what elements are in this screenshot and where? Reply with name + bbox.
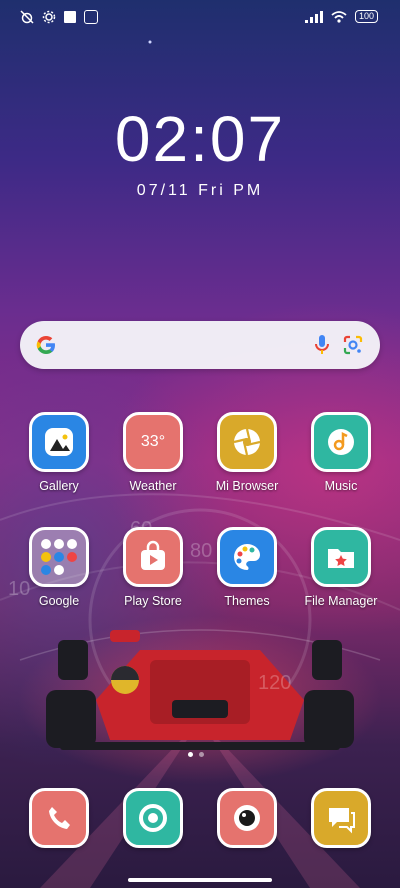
music-note-icon (311, 412, 371, 472)
app-label: Themes (224, 594, 270, 608)
palette-icon (217, 527, 277, 587)
app-gallery[interactable]: Gallery (14, 412, 104, 493)
app-file-manager[interactable]: File Manager (296, 527, 386, 608)
gallery-icon (29, 412, 89, 472)
folder-google[interactable]: Google (14, 527, 104, 608)
signal-icon (304, 10, 323, 23)
folder-star-icon (311, 527, 371, 587)
camera-icon (217, 788, 277, 848)
google-folder-icon (29, 527, 89, 587)
play-store-bag-icon (123, 527, 183, 587)
app-label: Music (324, 479, 358, 493)
app-label: Gallery (39, 479, 79, 493)
clock-time: 02:07 (114, 103, 286, 175)
page-indicator (188, 752, 204, 757)
battery-indicator: 100 (354, 10, 378, 23)
dock-camera[interactable] (202, 788, 292, 848)
clock-date: 07/11 Fri PM (136, 182, 264, 199)
notification-square-icon (64, 11, 76, 23)
app-label: Mi Browser (215, 479, 279, 493)
app-label: Google (38, 594, 80, 608)
dock-chrome[interactable] (108, 788, 198, 848)
app-themes[interactable]: Themes (202, 527, 292, 608)
weather-temp: 33° (140, 433, 166, 450)
app-label: Play Store (124, 594, 182, 608)
alarm-off-icon (20, 10, 34, 24)
google-search-bar[interactable] (20, 321, 380, 369)
home-screen: 10 60 80 120 10 (0, 0, 400, 888)
wallpaper-number: 120 (258, 672, 292, 694)
dock-messages[interactable] (296, 788, 386, 848)
page-dot (199, 752, 204, 757)
clock-widget[interactable]: 02:07 07/11 Fri PM (0, 104, 400, 200)
app-label: File Manager (304, 594, 378, 608)
page-dot-active (188, 752, 193, 757)
wifi-icon (331, 10, 347, 23)
google-logo-icon (36, 336, 55, 354)
app-label: Weather (129, 479, 177, 493)
phone-icon (29, 788, 89, 848)
weather-icon: 33° (123, 412, 183, 472)
message-bubble-icon (311, 788, 371, 848)
google-lens-icon[interactable] (341, 333, 365, 357)
home-gesture-bar[interactable] (128, 878, 272, 882)
dock-phone[interactable] (14, 788, 104, 848)
app-weather[interactable]: 33° Weather (108, 412, 198, 493)
app-mi-browser[interactable]: Mi Browser (202, 412, 292, 493)
microphone-icon[interactable] (312, 333, 332, 357)
gear-icon (42, 10, 56, 24)
status-bar: 100 (0, 10, 400, 30)
mi-badge-icon (84, 10, 98, 24)
app-play-store[interactable]: Play Store (108, 527, 198, 608)
browser-aperture-icon (217, 412, 277, 472)
app-music[interactable]: Music (296, 412, 386, 493)
chrome-icon (123, 788, 183, 848)
